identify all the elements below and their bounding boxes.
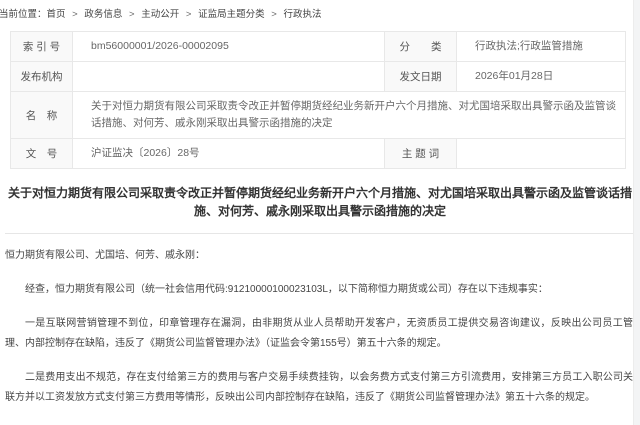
meta-keywords-value bbox=[457, 139, 626, 169]
breadcrumb-separator: > bbox=[271, 9, 277, 20]
meta-keywords-label: 主 题 词 bbox=[385, 139, 457, 169]
breadcrumb-link-admin-enforcement[interactable]: 行政执法 bbox=[283, 9, 321, 20]
breadcrumb-link-proactive-disclosure[interactable]: 主动公开 bbox=[141, 9, 179, 20]
paragraph-violation-1: 一是互联网营销管理不到位，印章管理存在漏洞，由非期货从业人员帮助开发客户，无资质… bbox=[5, 314, 633, 354]
meta-name-value: 关于对恒力期货有限公司采取责令改正并暂停期货经纪业务新开户六个月措施、对尤国培采… bbox=[73, 92, 626, 139]
breadcrumb-separator: > bbox=[72, 9, 78, 20]
document-body: 恒力期货有限公司、尤国培、何芳、戚永刚： 经查，恒力期货有限公司（统一社会信用代… bbox=[5, 246, 633, 425]
page-right-gutter bbox=[633, 0, 640, 425]
meta-doc-no-value: 沪证监决〔2026〕28号 bbox=[73, 139, 385, 169]
salutation: 恒力期货有限公司、尤国培、何芳、戚永刚： bbox=[5, 246, 633, 266]
meta-date-label: 发文日期 bbox=[385, 62, 457, 92]
meta-index-label: 索 引 号 bbox=[11, 32, 73, 62]
breadcrumb-prefix: 当前位置： bbox=[0, 9, 47, 20]
document-meta-table: 索 引 号 bm56000001/2026-00002095 分 类 行政执法;… bbox=[10, 31, 626, 169]
meta-issuer-label: 发布机构 bbox=[11, 62, 73, 92]
meta-date-value: 2026年01月28日 bbox=[457, 62, 626, 92]
paragraph-violation-2: 二是费用支出不规范，存在支付给第三方的费用与客户交易手续费挂钩，以会务费方式支付… bbox=[5, 368, 633, 408]
meta-row-index: 索 引 号 bm56000001/2026-00002095 分 类 行政执法;… bbox=[11, 32, 626, 62]
document-title: 关于对恒力期货有限公司采取责令改正并暂停期货经纪业务新开户六个月措施、对尤国培采… bbox=[4, 184, 636, 220]
disclosure-page: 当前位置：首页 > 政务信息 > 主动公开 > 证监局主题分类 > 行政执法 索… bbox=[0, 0, 640, 425]
meta-row-issuer: 发布机构 发文日期 2026年01月28日 bbox=[11, 62, 626, 92]
title-divider bbox=[5, 233, 634, 234]
paragraph-facts-intro: 经查，恒力期货有限公司（统一社会信用代码:91210000100023103L，… bbox=[5, 280, 633, 300]
meta-category-label: 分 类 bbox=[385, 32, 457, 62]
breadcrumb-separator: > bbox=[186, 9, 192, 20]
meta-name-label: 名 称 bbox=[11, 92, 73, 139]
breadcrumb: 当前位置：首页 > 政务信息 > 主动公开 > 证监局主题分类 > 行政执法 bbox=[0, 0, 640, 20]
meta-row-doc-no: 文 号 沪证监决〔2026〕28号 主 题 词 bbox=[11, 139, 626, 169]
meta-row-name: 名 称 关于对恒力期货有限公司采取责令改正并暂停期货经纪业务新开户六个月措施、对… bbox=[11, 92, 626, 139]
breadcrumb-link-gov-info[interactable]: 政务信息 bbox=[84, 9, 122, 20]
breadcrumb-link-home[interactable]: 首页 bbox=[47, 9, 66, 20]
breadcrumb-link-csrc-topic-category[interactable]: 证监局主题分类 bbox=[198, 9, 265, 20]
meta-doc-no-label: 文 号 bbox=[11, 139, 73, 169]
meta-category-value: 行政执法;行政监管措施 bbox=[457, 32, 626, 62]
meta-issuer-value bbox=[73, 62, 385, 92]
breadcrumb-separator: > bbox=[129, 9, 135, 20]
meta-index-value: bm56000001/2026-00002095 bbox=[73, 32, 385, 62]
